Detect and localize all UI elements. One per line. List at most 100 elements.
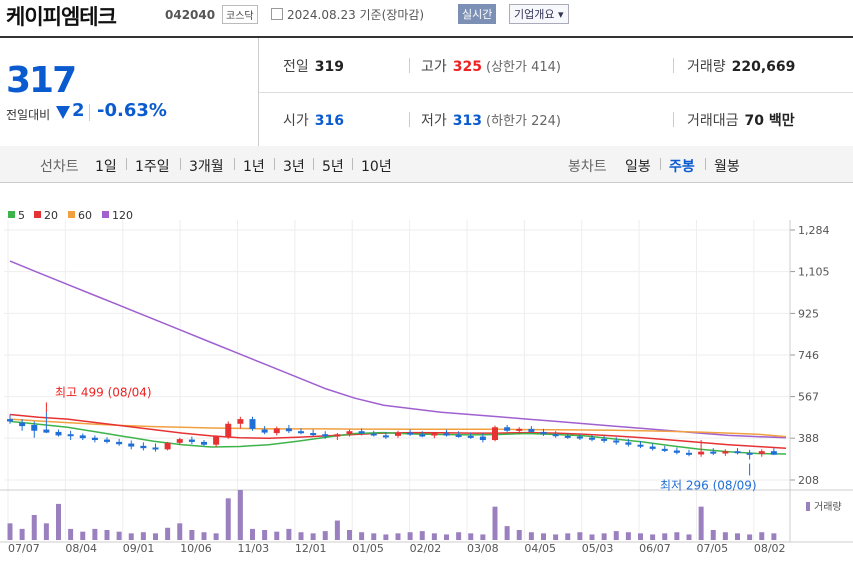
volume-bar <box>92 528 98 540</box>
volume-bar <box>286 528 292 540</box>
candle-body <box>382 435 389 438</box>
y-tick-label: 567 <box>798 391 819 404</box>
candle-body <box>601 438 608 441</box>
x-tick-label: 02/02 <box>410 542 442 555</box>
tab-1y[interactable]: 1년 <box>243 156 265 176</box>
tab-1w[interactable]: 1주일 <box>135 156 170 176</box>
tab-5y[interactable]: 5년 <box>322 156 344 176</box>
volume-bar <box>322 531 328 540</box>
tab-1d[interactable]: 1일 <box>95 156 117 176</box>
volume-bar <box>140 532 146 540</box>
volume-bar <box>674 532 680 540</box>
divider <box>234 158 235 170</box>
volume-bar <box>274 531 280 540</box>
volume-bar <box>456 532 462 540</box>
divider <box>409 112 410 127</box>
candle-body <box>176 439 183 443</box>
current-price: 317 <box>6 60 77 101</box>
lower-limit: (하한가 224) <box>486 114 561 129</box>
candle-body <box>625 442 632 445</box>
candle-body <box>564 435 571 438</box>
tab-monthly[interactable]: 월봉 <box>714 156 740 176</box>
open-value: 316 <box>314 113 344 129</box>
candle-body <box>225 423 232 437</box>
volume-bar <box>43 523 49 540</box>
candle-body <box>249 419 256 429</box>
upper-limit: (상한가 414) <box>486 60 561 75</box>
candle-chart-label: 봉차트 <box>568 159 607 175</box>
stock-chart: 5 20 60 1201,2841,10592574656738820807/07 08… <box>0 209 853 555</box>
volume-bar <box>710 530 716 540</box>
candle-body <box>55 431 62 436</box>
candle-body <box>673 450 680 453</box>
divider <box>673 58 674 73</box>
candle-body <box>649 446 656 449</box>
candle-body <box>455 434 462 437</box>
volume-bar <box>735 533 740 540</box>
volume-bar <box>237 490 243 540</box>
stock-code: 042040 <box>165 8 216 22</box>
volume-bar <box>480 534 486 540</box>
legend-swatch <box>102 211 109 218</box>
legend-label: 60 <box>78 209 92 222</box>
candle-body <box>419 434 426 437</box>
volume-bar <box>698 506 704 540</box>
candle-body <box>67 434 74 437</box>
candle-body <box>395 432 401 436</box>
tab-3y[interactable]: 3년 <box>283 156 305 176</box>
volume-bar <box>589 534 595 540</box>
candle-body <box>528 428 535 432</box>
prev-close-label: 전일 <box>283 59 309 75</box>
low-label: 저가 <box>421 113 447 129</box>
prev-close-value: 319 <box>314 59 344 75</box>
x-tick-label: 08/04 <box>65 542 97 555</box>
x-tick-label: 05/03 <box>582 542 614 555</box>
candle-body <box>31 424 38 431</box>
volume-bar <box>638 533 643 540</box>
volume-bar <box>686 534 692 540</box>
tab-3m[interactable]: 3개월 <box>189 156 224 176</box>
candle-body <box>164 442 171 450</box>
candle-body <box>285 428 292 432</box>
x-tick-label: 07/07 <box>8 542 40 555</box>
x-tick-label: 01/05 <box>352 542 384 555</box>
candle-body <box>443 433 450 436</box>
candle-body <box>201 441 207 445</box>
divider <box>313 158 314 170</box>
change-percent: -0.63% <box>97 100 167 121</box>
volume-bar <box>504 526 510 540</box>
candle-body <box>637 444 644 447</box>
tab-weekly[interactable]: 주봉 <box>669 156 695 176</box>
legend-swatch <box>68 211 75 218</box>
volume-bar <box>347 530 352 540</box>
volume-bar <box>444 534 449 540</box>
candle-body <box>116 441 123 445</box>
y-tick-label: 388 <box>798 432 819 445</box>
company-info-dropdown[interactable]: 기업개요 ▾ <box>509 4 569 24</box>
candle-body <box>746 452 753 455</box>
candle-body <box>298 431 304 434</box>
tab-10y[interactable]: 10년 <box>361 156 392 176</box>
y-tick-label: 746 <box>798 349 819 362</box>
volume-bar <box>225 498 231 540</box>
realtime-button[interactable]: 실시간 <box>458 4 497 24</box>
volume-bar <box>7 523 13 540</box>
tab-daily[interactable]: 일봉 <box>625 156 651 176</box>
candle-body <box>589 437 595 440</box>
volume-bar <box>528 532 534 540</box>
high-label: 고가 <box>421 59 447 75</box>
volume-bar <box>722 532 728 540</box>
legend-label: 20 <box>44 209 58 222</box>
divider <box>673 112 674 127</box>
low-value: 313 <box>452 113 482 129</box>
candle-body <box>310 433 317 436</box>
amount-label: 거래대금 <box>687 113 739 129</box>
volume-bar <box>262 530 268 540</box>
volume-bar <box>153 533 158 540</box>
volume-bar <box>19 528 25 540</box>
candle-body <box>188 439 195 442</box>
x-tick-label: 12/01 <box>295 542 327 555</box>
volume-bar <box>298 532 304 540</box>
volume-bar <box>116 531 122 540</box>
candle-body <box>698 451 705 455</box>
